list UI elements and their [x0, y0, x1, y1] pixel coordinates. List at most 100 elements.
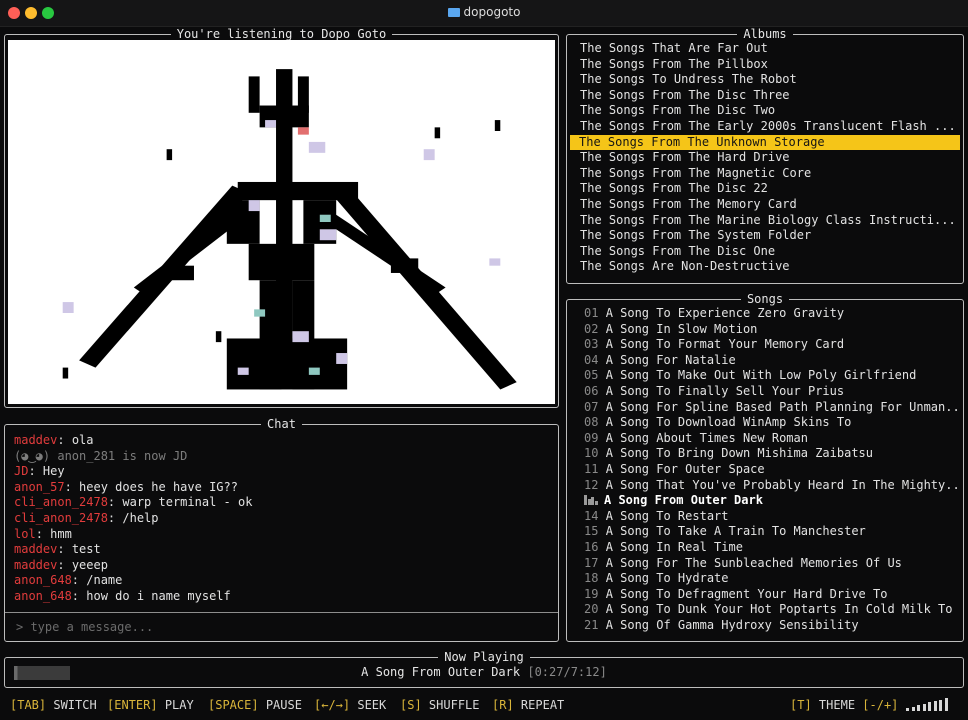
chat-username: maddev [14, 557, 58, 572]
song-item[interactable]: A Song From Outer Dark [584, 493, 957, 509]
albums-panel: Albums The Songs That Are Far Out The Son… [566, 27, 964, 284]
album-title: The Songs From The System Folder [580, 228, 812, 243]
album-item[interactable]: The Songs From The Disc Two [580, 103, 957, 119]
song-title: A Song In Real Time [605, 539, 743, 554]
volume-level-icon[interactable] [906, 697, 950, 711]
song-title: A Song In Slow Motion [605, 321, 758, 336]
chat-message: JD: Hey [14, 464, 65, 479]
song-item[interactable]: 08 A Song To Download WinAmp Skins To [584, 415, 957, 431]
album-item[interactable]: The Songs From The Unknown Storage [570, 134, 960, 151]
song-title: A Song Of Gamma Hydroxy Sensibility [605, 617, 859, 632]
album-item[interactable]: The Songs Are Non-Destructive [580, 259, 957, 275]
song-title: A Song For The Sunbleached Memories Of U… [605, 555, 902, 570]
chat-input-area [5, 612, 558, 641]
album-item[interactable]: The Songs From The Magnetic Core [580, 166, 957, 182]
footer-theme[interactable]: [T] THEME [-/+] [790, 696, 898, 714]
album-item[interactable]: The Songs From The Disc One [580, 244, 957, 260]
song-title: A Song To Download WinAmp Skins To [605, 415, 852, 430]
song-number: 03 [584, 337, 599, 352]
album-item[interactable]: The Songs From The Marine Biology Class … [580, 213, 957, 229]
footer-key: [R] [492, 698, 514, 712]
song-title: A Song For Natalie [605, 352, 736, 367]
footer-pause[interactable]: [SPACE] PAUSE [208, 696, 302, 714]
now-playing-title: Now Playing [438, 650, 530, 664]
song-item[interactable]: 05 A Song To Make Out With Low Poly Girl… [584, 368, 957, 384]
footer-repeat[interactable]: [R] REPEAT [492, 696, 564, 714]
song-item[interactable]: 02 A Song In Slow Motion [584, 322, 957, 338]
song-title: A Song To Defragment Your Hard Drive To [605, 586, 888, 601]
song-item[interactable]: 04 A Song For Natalie [584, 353, 957, 369]
album-item[interactable]: The Songs From The Early 2000s Transluce… [580, 119, 957, 135]
song-item[interactable]: 11 A Song For Outer Space [584, 462, 957, 478]
song-item[interactable]: 06 A Song To Finally Sell Your Prius [584, 384, 957, 400]
window-title-text: dopogoto [463, 5, 521, 19]
footer-seek[interactable]: [←/→] SEEK [314, 696, 386, 714]
chat-text: heey does he have IG?? [79, 479, 238, 494]
chat-message-list: maddev: ola (◕‿◕) anon_281 is now JD JD: H… [14, 433, 552, 605]
song-number: 14 [584, 508, 599, 523]
songs-title: Songs [740, 292, 790, 306]
song-item[interactable]: 16 A Song In Real Time [584, 540, 957, 556]
song-item[interactable]: 01 A Song To Experience Zero Gravity [584, 306, 957, 322]
chat-system-text: (◕‿◕) anon_281 is now JD [14, 448, 188, 463]
song-number: 15 [584, 524, 599, 539]
window-title: dopogoto [0, 5, 968, 19]
album-item[interactable]: The Songs From The Disc 22 [580, 181, 957, 197]
song-item[interactable]: 09 A Song About Times New Roman [584, 431, 957, 447]
song-item[interactable]: 07 A Song For Spline Based Path Planning… [584, 400, 957, 416]
footer-play[interactable]: [ENTER] PLAY [107, 696, 194, 714]
albums-title: Albums [737, 27, 793, 41]
playing-bars-icon [584, 495, 598, 506]
song-item[interactable]: 14 A Song To Restart [584, 509, 957, 525]
album-title: The Songs From The Magnetic Core [580, 165, 812, 180]
song-item[interactable]: 10 A Song To Bring Down Mishima Zaibatsu [584, 446, 957, 462]
chat-message: lol: hmm [14, 526, 72, 541]
song-title: A Song To Bring Down Mishima Zaibatsu [605, 446, 873, 461]
album-item[interactable]: The Songs To Undress The Robot [580, 72, 957, 88]
chat-panel: Chat maddev: ola (◕‿◕) anon_281 is now JD… [4, 417, 559, 642]
album-title: The Songs That Are Far Out [580, 41, 768, 55]
song-number: 18 [584, 571, 599, 586]
song-item[interactable]: 18 A Song To Hydrate [584, 571, 957, 587]
album-item[interactable]: The Songs From The Pillbox [580, 57, 957, 73]
chat-text: warp terminal - ok [122, 495, 253, 510]
song-title: A Song From Outer Dark [604, 493, 763, 508]
song-title: A Song That You've Probably Heard In The… [605, 477, 957, 492]
song-number: 17 [584, 555, 599, 570]
chat-username: JD [14, 464, 29, 479]
album-item[interactable]: The Songs From The Hard Drive [580, 150, 957, 166]
album-item[interactable]: The Songs That Are Far Out [580, 41, 957, 57]
chat-message-input[interactable] [14, 619, 538, 635]
album-title: The Songs From The Hard Drive [580, 150, 790, 165]
album-title: The Songs From The Disc Two [580, 103, 776, 118]
footer-label: REPEAT [520, 698, 565, 712]
album-title: The Songs From The Pillbox [580, 56, 768, 71]
footer-shuffle[interactable]: [S] SHUFFLE [400, 696, 480, 714]
visualizer-panel: You're listening to Dopo Goto [4, 27, 559, 408]
chat-text: ola [71, 433, 94, 447]
song-item[interactable]: 20 A Song To Dunk Your Hot Poptarts In C… [584, 602, 957, 618]
song-item[interactable]: 03 A Song To Format Your Memory Card [584, 337, 957, 353]
song-number: 06 [584, 383, 599, 398]
album-title: The Songs From The Early 2000s Transluce… [580, 118, 956, 133]
song-item[interactable]: 12 A Song That You've Probably Heard In … [584, 478, 957, 494]
footer-switch[interactable]: [TAB] SWITCH [10, 696, 97, 714]
chat-text: /name [86, 573, 123, 588]
visualizer-art [8, 40, 555, 404]
album-item[interactable]: The Songs From The Disc Three [580, 88, 957, 104]
footer-key: [←/→] [314, 698, 351, 712]
song-item[interactable]: 17 A Song For The Sunbleached Memories O… [584, 556, 957, 572]
album-item[interactable]: The Songs From The Memory Card [580, 197, 957, 213]
album-title: The Songs To Undress The Robot [580, 72, 797, 87]
album-item[interactable]: The Songs From The System Folder [580, 228, 957, 244]
song-item[interactable]: 15 A Song To Take A Train To Manchester [584, 524, 957, 540]
chat-text: Hey [42, 464, 65, 479]
song-title: A Song To Finally Sell Your Prius [605, 383, 845, 398]
song-item[interactable]: 21 A Song Of Gamma Hydroxy Sensibility [584, 618, 957, 634]
chat-message: cli_anon_2478: warp terminal - ok [14, 495, 253, 510]
chat-username: cli_anon_2478 [14, 510, 108, 525]
song-title: A Song To Experience Zero Gravity [605, 306, 845, 320]
visualizer-title: You're listening to Dopo Goto [170, 27, 393, 41]
song-item[interactable]: 19 A Song To Defragment Your Hard Drive … [584, 587, 957, 603]
song-number: 16 [584, 539, 599, 554]
